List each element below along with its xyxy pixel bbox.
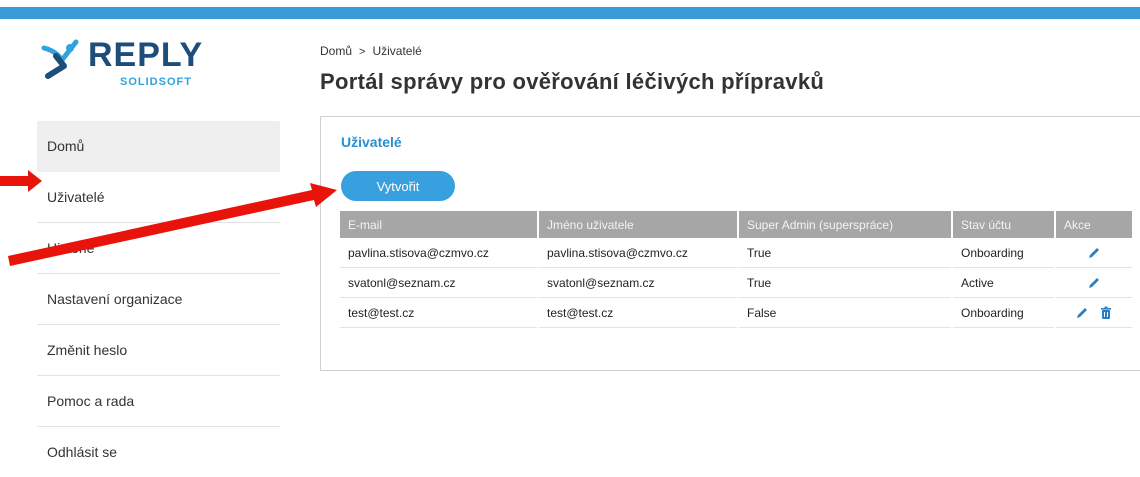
cell-actions	[1055, 238, 1134, 268]
reply-solidsoft-logo[interactable]: REPLY SOLIDSOFT	[38, 36, 218, 100]
logo-subtitle: SOLIDSOFT	[120, 76, 192, 88]
breadcrumb-separator: >	[359, 46, 366, 58]
runner-logo-icon	[41, 39, 79, 79]
logo-wordmark: REPLY	[88, 36, 204, 74]
cell-status: Onboarding	[952, 297, 1056, 328]
cell-actions	[1055, 297, 1134, 328]
table-row: svatonl@seznam.cz svatonl@seznam.cz True…	[340, 267, 1134, 298]
column-header-status[interactable]: Stav účtu	[952, 211, 1056, 238]
column-header-email[interactable]: E-mail	[340, 211, 539, 238]
breadcrumb: Domů > Uživatelé	[320, 44, 422, 58]
users-panel: Uživatelé Vytvořit E-mail Jméno uživatel…	[320, 116, 1140, 371]
users-table: E-mail Jméno uživatele Super Admin (supe…	[340, 211, 1134, 328]
column-header-username[interactable]: Jméno uživatele	[538, 211, 739, 238]
cell-email: pavlina.stisova@czmvo.cz	[340, 238, 539, 268]
sidebar-item-home[interactable]: Domů	[37, 121, 280, 172]
cell-super-admin: True	[738, 267, 953, 298]
top-accent-bar	[0, 7, 1140, 19]
sidebar-item-users[interactable]: Uživatelé	[37, 172, 280, 223]
page-title: Portál správy pro ověřování léčivých pří…	[320, 69, 825, 94]
column-header-super-admin[interactable]: Super Admin (superspráce)	[738, 211, 953, 238]
breadcrumb-current: Uživatelé	[372, 44, 422, 58]
sidebar-item-history[interactable]: Historie	[37, 223, 280, 274]
top-whitespace	[0, 0, 1140, 7]
cell-username: test@test.cz	[538, 297, 739, 328]
sidebar-nav: Domů Uživatelé Historie Nastavení organi…	[37, 121, 280, 477]
column-header-actions: Akce	[1055, 211, 1134, 238]
sidebar-item-org-settings[interactable]: Nastavení organizace	[37, 274, 280, 325]
cell-status: Active	[952, 267, 1056, 298]
cell-email: test@test.cz	[340, 297, 539, 328]
cell-super-admin: True	[738, 238, 953, 268]
cell-status: Onboarding	[952, 238, 1056, 268]
sidebar-item-change-password[interactable]: Změnit heslo	[37, 325, 280, 376]
cell-username: svatonl@seznam.cz	[538, 267, 739, 298]
sidebar-item-logout[interactable]: Odhlásit se	[37, 427, 280, 477]
cell-super-admin: False	[738, 297, 953, 328]
create-user-button[interactable]: Vytvořit	[341, 171, 455, 201]
cell-actions	[1055, 267, 1134, 298]
trash-icon[interactable]	[1099, 306, 1113, 320]
panel-title: Uživatelé	[341, 134, 402, 150]
table-row: test@test.cz test@test.cz False Onboardi…	[340, 297, 1134, 328]
arrow-to-users-item-icon	[0, 170, 42, 192]
sidebar-item-help[interactable]: Pomoc a rada	[37, 376, 280, 427]
edit-icon[interactable]	[1087, 246, 1101, 260]
cell-username: pavlina.stisova@czmvo.cz	[538, 238, 739, 268]
edit-icon[interactable]	[1075, 306, 1089, 320]
cell-email: svatonl@seznam.cz	[340, 267, 539, 298]
table-row: pavlina.stisova@czmvo.cz pavlina.stisova…	[340, 238, 1134, 268]
table-header-row: E-mail Jméno uživatele Super Admin (supe…	[340, 211, 1134, 238]
edit-icon[interactable]	[1087, 276, 1101, 290]
breadcrumb-home-link[interactable]: Domů	[320, 44, 352, 58]
